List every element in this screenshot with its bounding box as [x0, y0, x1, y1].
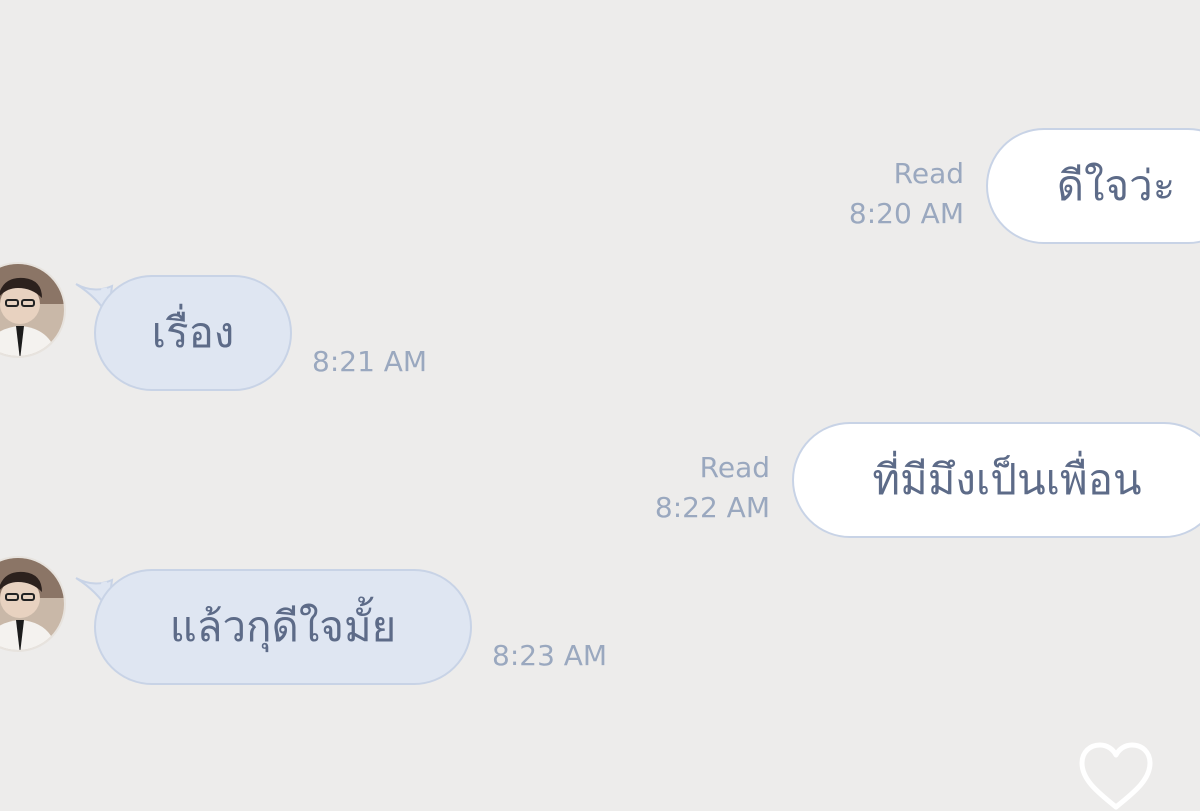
- message-meta: Read 8:22 AM: [655, 448, 770, 528]
- message-text: แล้วกุดีใจมั้ย: [169, 602, 397, 651]
- message-bubble-incoming[interactable]: แล้วกุดีใจมั้ย: [94, 569, 472, 685]
- message-text: ดีใจว่ะ: [1056, 161, 1176, 210]
- contact-avatar[interactable]: [0, 262, 66, 358]
- message-time: 8:21 AM: [312, 345, 428, 378]
- message-text: เรื่อง: [151, 308, 235, 357]
- message-bubble-outgoing[interactable]: ดีใจว่ะ: [986, 128, 1200, 244]
- message-time: 8:23 AM: [492, 639, 608, 672]
- read-receipt: Read: [699, 451, 770, 484]
- message-meta: Read 8:20 AM: [849, 154, 964, 234]
- message-bubble-outgoing[interactable]: ที่มีมึงเป็นเพื่อน: [792, 422, 1200, 538]
- chat-conversation: Read 8:20 AM ดีใจว่ะ เรื่อง 8:21 AM Read…: [0, 0, 1200, 810]
- heart-outline-icon[interactable]: [1076, 741, 1156, 811]
- message-time: 8:22 AM: [654, 491, 770, 524]
- message-bubble-incoming[interactable]: เรื่อง: [94, 275, 292, 391]
- read-receipt: Read: [893, 157, 964, 190]
- contact-avatar[interactable]: [0, 556, 66, 652]
- message-time: 8:20 AM: [848, 197, 964, 230]
- avatar-photo: [0, 264, 64, 356]
- avatar-photo: [0, 558, 64, 650]
- message-text: ที่มีมึงเป็นเพื่อน: [872, 455, 1142, 504]
